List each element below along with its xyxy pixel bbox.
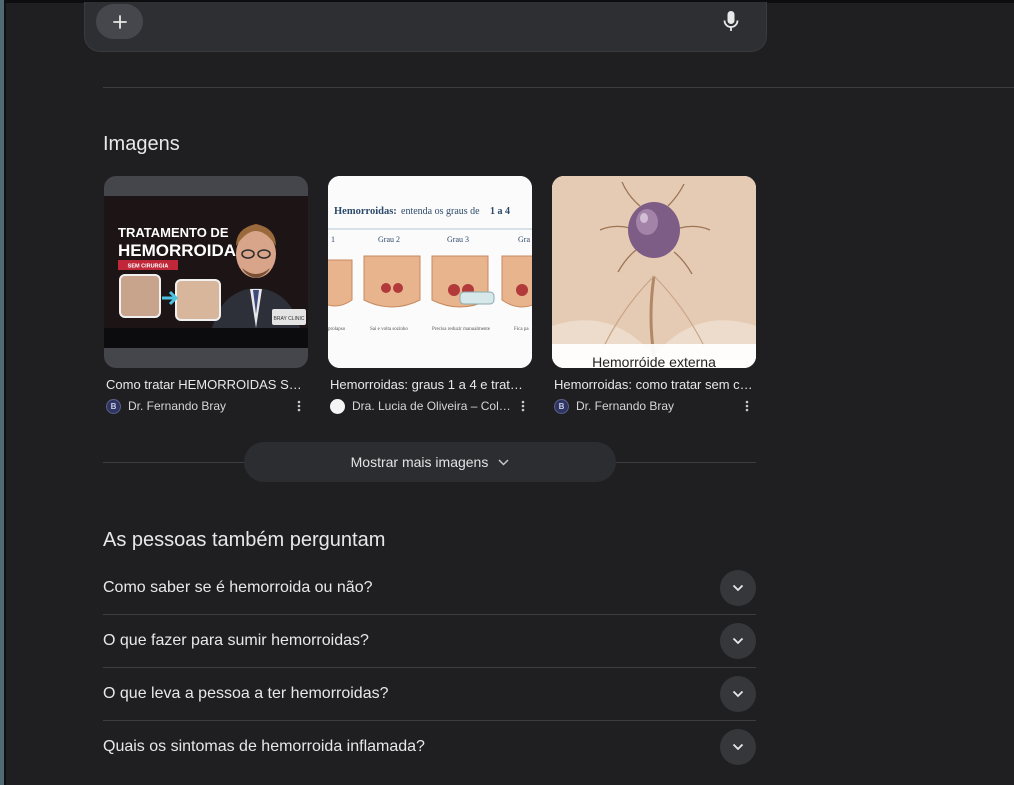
question-row-3[interactable]: O que leva a pessoa a ter hemorroidas?: [103, 667, 756, 720]
question-text: O que fazer para sumir hemorroidas?: [103, 631, 369, 649]
thumb-caption-2: Sai e volta sozinho: [370, 327, 408, 332]
image-result-source: Dra. Lucia de Oliveira – Coloproctologia: [330, 398, 530, 414]
window-left-edge-shadow: [4, 0, 6, 785]
question-text: O que leva a pessoa a ter hemorroidas?: [103, 684, 389, 702]
chevron-down-icon: [498, 458, 509, 466]
question-row-1[interactable]: Como saber se é hemorroida ou não?: [103, 561, 756, 614]
question-text: Como saber se é hemorroida ou não?: [103, 578, 373, 596]
thumb-headline-line2: HEMORROIDA: [118, 241, 236, 260]
image-result-title[interactable]: Hemorroidas: graus 1 a 4 e tratamento: [330, 377, 530, 392]
more-vert-icon: [297, 400, 301, 412]
thumbnail-grades-illustration: Hemorroidas: entenda os graus de 1 a 4 1…: [328, 176, 532, 368]
more-options-button[interactable]: [292, 398, 306, 414]
thumb-heading-b: entenda os graus de: [401, 206, 480, 217]
thumb-grade-2: Grau 2: [378, 235, 400, 244]
section-divider: [103, 87, 1014, 88]
thumb-caption-3: Precisa reduzir manualmente: [432, 327, 491, 332]
image-result-title[interactable]: Hemorroidas: como tratar sem cirurgia: [554, 377, 754, 392]
add-button[interactable]: [96, 4, 143, 39]
microphone-icon: [723, 11, 739, 31]
image-result-source: B Dr. Fernando Bray: [106, 398, 306, 414]
image-result-card-1[interactable]: BRAY CLINIC TRATAMENTO DE HEMORROIDA SEM…: [104, 176, 308, 414]
expand-question-button[interactable]: [720, 675, 756, 712]
question-row-4[interactable]: Quais os sintomas de hemorroida inflamad…: [103, 720, 756, 773]
show-more-images-button[interactable]: Mostrar mais imagens: [244, 442, 616, 482]
thumb-grade-3: Grau 3: [447, 235, 469, 244]
thumb-caption-1: prolapso: [328, 327, 346, 332]
search-bar[interactable]: [84, 2, 767, 52]
expand-question-button[interactable]: [720, 569, 756, 606]
image-thumbnail-2[interactable]: Hemorroidas: entenda os graus de 1 a 4 1…: [328, 176, 532, 368]
thumb-caption-4: Fica pa: [514, 327, 529, 332]
image-thumbnail-3[interactable]: Hemorróide externa: [552, 176, 756, 368]
thumb-grade-1: 1: [331, 235, 335, 244]
source-name[interactable]: Dra. Lucia de Oliveira – Coloproctologia: [352, 399, 512, 413]
image-result-card-2[interactable]: Hemorroidas: entenda os graus de 1 a 4 1…: [328, 176, 532, 414]
thumb-heading-c: 1 a 4: [490, 206, 510, 217]
thumb-brand: BRAY CLINIC: [274, 316, 305, 322]
source-name[interactable]: Dr. Fernando Bray: [576, 399, 736, 413]
images-section-title: Imagens: [103, 133, 180, 155]
image-result-card-3[interactable]: Hemorróide externa Hemorroidas: como tra…: [552, 176, 756, 414]
source-name[interactable]: Dr. Fernando Bray: [128, 399, 288, 413]
more-options-button[interactable]: [516, 398, 530, 414]
chevron-down-icon: [732, 690, 744, 697]
thumbnail-video-frame: BRAY CLINIC TRATAMENTO DE HEMORROIDA SEM…: [104, 196, 308, 348]
plus-icon: [112, 14, 127, 29]
more-options-button[interactable]: [740, 398, 754, 414]
source-favicon: [330, 398, 345, 414]
chevron-down-icon: [732, 637, 744, 644]
show-more-label: Mostrar mais imagens: [350, 454, 489, 470]
image-result-source: B Dr. Fernando Bray: [554, 398, 754, 414]
thumb-headline-line1: TRATAMENTO DE: [118, 225, 229, 240]
question-text: Quais os sintomas de hemorroida inflamad…: [103, 737, 425, 755]
more-vert-icon: [521, 400, 525, 412]
thumb-caption: Hemorróide externa: [592, 354, 716, 368]
expand-question-button[interactable]: [720, 728, 756, 765]
more-vert-icon: [745, 400, 749, 412]
thumb-grade-4: Gra: [518, 235, 530, 244]
thumbnail-anatomy-illustration: Hemorróide externa: [552, 176, 756, 368]
thumb-tag: SEM CIRURGIA: [128, 264, 169, 270]
people-also-ask-title: As pessoas também perguntam: [103, 529, 386, 551]
expand-question-button[interactable]: [720, 622, 756, 659]
voice-search-button[interactable]: [720, 8, 742, 34]
image-result-title[interactable]: Como tratar HEMORROIDAS SEM CIRURGIA: [106, 377, 306, 392]
image-thumbnail-1[interactable]: BRAY CLINIC TRATAMENTO DE HEMORROIDA SEM…: [104, 176, 308, 368]
source-favicon: B: [106, 398, 121, 414]
thumb-heading-a: Hemorroidas:: [334, 206, 397, 217]
question-row-2[interactable]: O que fazer para sumir hemorroidas?: [103, 614, 756, 667]
chevron-down-icon: [732, 584, 744, 591]
chevron-down-icon: [732, 743, 744, 750]
source-favicon: B: [554, 398, 569, 414]
